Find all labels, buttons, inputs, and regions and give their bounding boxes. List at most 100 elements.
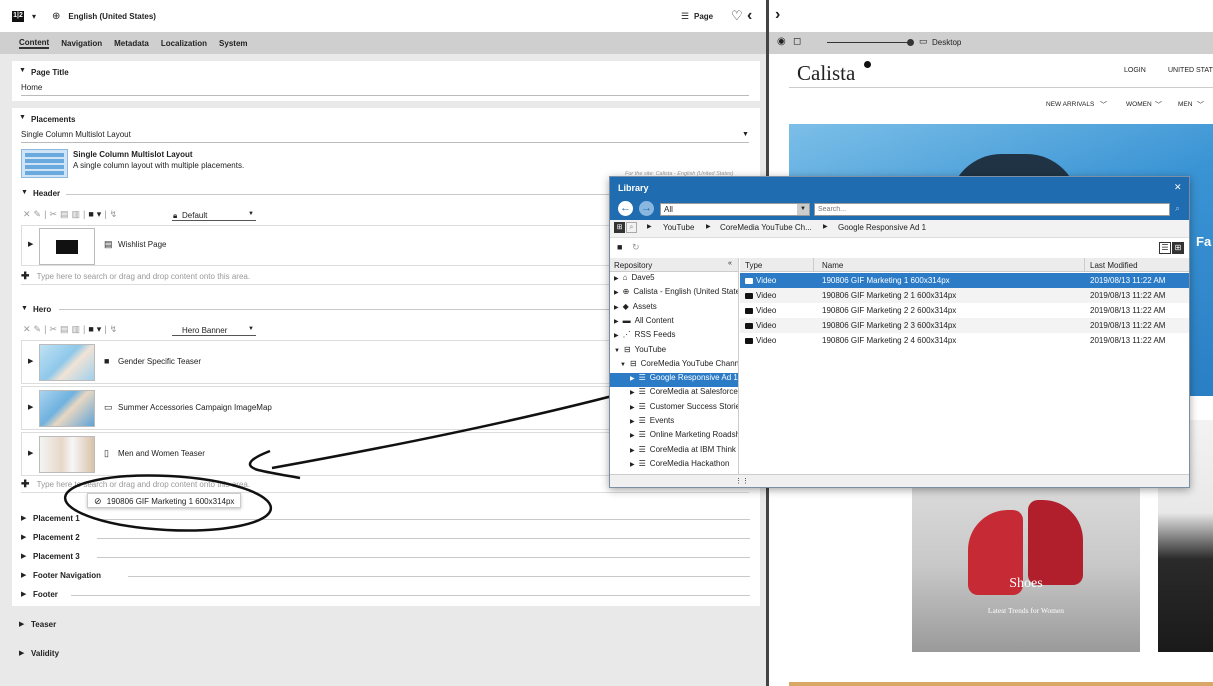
locale-label[interactable]: English (United States) bbox=[68, 12, 156, 21]
table-row[interactable]: Video 190806 GIF Marketing 2 4 600x314px 2… bbox=[740, 333, 1189, 348]
chevron-down-icon[interactable]: ▼ bbox=[248, 326, 254, 332]
tab-content[interactable]: Content bbox=[19, 38, 50, 49]
new-content-icon[interactable]: ■ bbox=[88, 209, 96, 219]
search-icon[interactable]: ⌕ bbox=[1175, 203, 1180, 214]
expand-triangle-icon[interactable]: ▶ bbox=[21, 552, 26, 560]
add-icon[interactable]: ✚ bbox=[21, 479, 29, 490]
placement-label[interactable]: Footer Navigation bbox=[33, 571, 101, 580]
split-view-icon[interactable]: 1|2 bbox=[12, 10, 24, 22]
tree-item[interactable]: ▶ ⊕ Calista - English (United States) bbox=[610, 287, 738, 301]
palette-icon[interactable]: ◉ bbox=[777, 36, 786, 47]
search-input[interactable] bbox=[814, 203, 1170, 216]
expand-triangle-icon[interactable]: ▶ bbox=[630, 390, 635, 396]
login-link[interactable]: LOGIN bbox=[1124, 67, 1146, 74]
chevron-down-icon[interactable]: ▼ bbox=[248, 211, 254, 217]
library-header[interactable]: Library ✕ bbox=[610, 177, 1189, 199]
collapse-triangle-icon[interactable]: ▼ bbox=[21, 189, 28, 196]
tree-item[interactable]: ▶ ☰ CoreMedia at IBM Think bbox=[610, 445, 738, 459]
expand-triangle-icon[interactable]: ▶ bbox=[614, 290, 619, 296]
collapse-triangle-icon[interactable]: ▼ bbox=[21, 305, 28, 312]
add-icon[interactable]: ✚ bbox=[21, 271, 29, 282]
tree-item[interactable]: ▶ ⌂ Dave5 bbox=[610, 273, 738, 287]
layout-select[interactable]: Single Column Multislot Layout bbox=[21, 130, 749, 143]
collapse-panel-icon[interactable]: « bbox=[728, 260, 732, 267]
brand-logo[interactable]: Calista bbox=[797, 61, 855, 86]
close-icon[interactable]: ✕ bbox=[1174, 182, 1182, 193]
tab-localization[interactable]: Localization bbox=[161, 39, 207, 48]
close-icon[interactable]: ✕ bbox=[23, 324, 34, 334]
expand-triangle-icon[interactable]: ▶ bbox=[19, 649, 24, 657]
expand-triangle-icon[interactable]: ▶ bbox=[630, 433, 635, 439]
edit-icon[interactable]: ✎ bbox=[34, 324, 45, 334]
tree-item[interactable]: ▶ ▬ All Content bbox=[610, 316, 738, 330]
collapse-triangle-icon[interactable]: ▼ bbox=[19, 114, 26, 121]
expand-triangle-icon[interactable]: ▶ bbox=[614, 305, 619, 311]
new-content-icon[interactable]: ■ bbox=[617, 242, 622, 252]
nav-men[interactable]: MEN bbox=[1178, 101, 1192, 108]
placement-label[interactable]: Placement 1 bbox=[33, 514, 80, 523]
list-view-icon[interactable]: ☰ bbox=[1159, 242, 1171, 254]
shoes-teaser-image[interactable]: Shoes Latest Trends for Women bbox=[912, 480, 1140, 652]
chevron-down-icon[interactable]: ▾ bbox=[32, 12, 36, 21]
tree-item[interactable]: ▶ ☰ Events bbox=[610, 416, 738, 430]
expand-right-icon[interactable]: › bbox=[775, 6, 780, 24]
tree-view-icon[interactable]: ⊞ bbox=[614, 222, 625, 233]
expand-triangle-icon[interactable]: ▶ bbox=[21, 514, 26, 522]
column-header-last-modified[interactable]: Last Modified bbox=[1090, 261, 1138, 270]
edit-icon[interactable]: ✎ bbox=[34, 209, 45, 219]
expand-triangle-icon[interactable]: ▶ bbox=[28, 449, 33, 457]
section-validity[interactable]: Validity bbox=[31, 649, 59, 658]
section-teaser[interactable]: Teaser bbox=[31, 620, 56, 629]
expand-triangle-icon[interactable]: ▶ bbox=[19, 620, 24, 628]
new-content-icon[interactable]: ■ bbox=[88, 324, 96, 334]
chevron-down-icon[interactable]: ▼ bbox=[742, 131, 749, 138]
search-view-icon[interactable]: ⌕ bbox=[626, 222, 637, 233]
table-row[interactable]: Video 190806 GIF Marketing 2 3 600x314px 2… bbox=[740, 318, 1189, 333]
back-icon[interactable]: ← bbox=[618, 201, 633, 216]
breadcrumb-item[interactable]: YouTube bbox=[663, 223, 694, 232]
collapse-triangle-icon[interactable]: ▼ bbox=[614, 348, 620, 354]
expand-triangle-icon[interactable]: ▶ bbox=[21, 571, 26, 579]
tree-item[interactable]: ▶ ☰ Google Responsive Ad 1 bbox=[610, 373, 738, 388]
country-link[interactable]: UNITED STAT bbox=[1168, 67, 1213, 74]
expand-triangle-icon[interactable]: ▶ bbox=[630, 376, 635, 382]
tree-item[interactable]: ▼ ⊟ YouTube bbox=[610, 345, 738, 359]
collapse-left-icon[interactable]: ‹ bbox=[747, 7, 752, 25]
resize-handle-icon[interactable]: ⋮⋮ bbox=[735, 477, 749, 485]
page-mode-label[interactable]: Page bbox=[694, 12, 713, 21]
expand-triangle-icon[interactable]: ▶ bbox=[630, 462, 635, 468]
page-title-input[interactable]: Home bbox=[21, 83, 749, 96]
copy-icon[interactable]: ▤ bbox=[60, 324, 72, 334]
lightbulb-icon[interactable]: ♡ bbox=[731, 8, 743, 24]
column-header-name[interactable]: Name bbox=[822, 261, 843, 270]
expand-triangle-icon[interactable]: ▶ bbox=[28, 240, 33, 248]
expand-triangle-icon[interactable]: ▶ bbox=[630, 448, 635, 454]
type-filter-select[interactable]: All ▼ bbox=[660, 203, 810, 216]
bottom-teaser-image[interactable] bbox=[789, 682, 1213, 686]
expand-triangle-icon[interactable]: ▶ bbox=[630, 419, 635, 425]
tab-metadata[interactable]: Metadata bbox=[114, 39, 149, 48]
link-icon[interactable]: ↯ bbox=[110, 209, 121, 219]
column-header-type[interactable]: Type bbox=[745, 261, 762, 270]
expand-triangle-icon[interactable]: ▶ bbox=[21, 590, 26, 598]
tree-item[interactable]: ▶ ⋰ RSS Feeds bbox=[610, 330, 738, 344]
expand-triangle-icon[interactable]: ▶ bbox=[21, 533, 26, 541]
device-slider-handle[interactable] bbox=[907, 39, 914, 46]
collapse-triangle-icon[interactable]: ▼ bbox=[620, 362, 626, 368]
breadcrumb-item[interactable]: CoreMedia YouTube Ch... bbox=[720, 223, 812, 232]
cut-icon[interactable]: ✂ bbox=[49, 324, 60, 334]
thumbnail-view-icon[interactable]: ⊞ bbox=[1172, 242, 1184, 254]
paste-icon[interactable]: ▥ bbox=[72, 209, 84, 219]
expand-triangle-icon[interactable]: ▶ bbox=[614, 276, 619, 282]
tree-item[interactable]: ▶ ☰ CoreMedia at Salesforce bbox=[610, 387, 738, 401]
paste-icon[interactable]: ▥ bbox=[72, 324, 84, 334]
tree-item[interactable]: ▼ ⊟ CoreMedia YouTube Channel bbox=[610, 359, 738, 373]
expand-triangle-icon[interactable]: ▶ bbox=[614, 319, 619, 325]
breadcrumb-item[interactable]: Google Responsive Ad 1 bbox=[838, 223, 926, 232]
expand-triangle-icon[interactable]: ▶ bbox=[630, 405, 635, 411]
tree-item[interactable]: ▶ ☰ Customer Success Stories bbox=[610, 402, 738, 416]
placement-label[interactable]: Placement 3 bbox=[33, 552, 80, 561]
placement-label[interactable]: Placement 2 bbox=[33, 533, 80, 542]
copy-icon[interactable]: ▤ bbox=[60, 209, 72, 219]
table-row[interactable]: Video 190806 GIF Marketing 2 1 600x314px 2… bbox=[740, 288, 1189, 303]
